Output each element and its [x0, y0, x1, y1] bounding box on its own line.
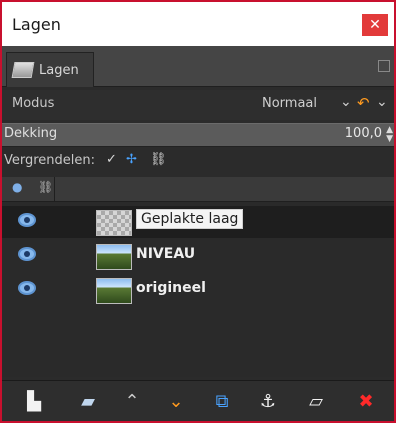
title-bar: Lagen ✕	[2, 2, 394, 46]
layers-toolbar: ▙ ▰ ⌃ ⌄ ⧉ ⚓ ▱ ✖	[2, 380, 394, 421]
layer-name[interactable]: Geplakte laag	[136, 209, 244, 229]
opacity-slider[interactable]: Dekking 100,0 ▲ ▼	[2, 123, 394, 147]
chevron-down-icon[interactable]: ⌄	[340, 94, 352, 110]
anchor-layer-icon[interactable]: ⚓	[254, 389, 282, 415]
eye-icon[interactable]	[18, 281, 36, 295]
tab-layers-label: Lagen	[39, 62, 79, 78]
delete-layer-icon[interactable]: ✖	[352, 389, 380, 415]
lower-layer-icon[interactable]: ⌄	[162, 389, 190, 415]
layers-icon	[11, 62, 35, 78]
mode-label: Modus	[12, 96, 55, 111]
tab-layers[interactable]: Lagen	[6, 52, 94, 87]
new-group-icon[interactable]: ▰	[74, 389, 102, 415]
mode-row: Modus Normaal ⌄ ↶ ⌄	[2, 90, 394, 120]
eye-icon[interactable]	[18, 247, 36, 261]
layer-name[interactable]: origineel	[136, 280, 206, 296]
raise-layer-icon[interactable]: ⌃	[118, 389, 146, 415]
lock-pixels-icon[interactable]: ✓	[106, 152, 117, 167]
layer-row-geplakte-laag[interactable]: Geplakte laag	[2, 206, 394, 238]
chain-header-icon[interactable]: ⛓	[38, 180, 53, 194]
add-mask-icon[interactable]: ▱	[302, 389, 330, 415]
dock-tab-bar: Lagen	[2, 46, 394, 87]
composite-chevron-down-icon[interactable]: ⌄	[376, 94, 388, 110]
layer-row-origineel[interactable]: origineel	[2, 274, 394, 306]
mode-select[interactable]: Normaal	[262, 96, 317, 111]
layer-row-niveau[interactable]: NIVEAU	[2, 240, 394, 272]
layer-thumbnail	[96, 244, 132, 270]
lock-row: Vergrendelen: ✓ ✢ ⛓	[2, 148, 394, 174]
opacity-value[interactable]: 100,0	[345, 126, 382, 141]
visibility-header-icon[interactable]: ●	[12, 180, 22, 194]
layers-dialog: Lagen ✕ Lagen Modus Normaal ⌄ ↶ ⌄ Dekkin…	[0, 0, 396, 423]
duplicate-layer-icon[interactable]: ⧉	[208, 389, 236, 415]
header-divider	[54, 177, 55, 201]
eye-icon[interactable]	[18, 213, 36, 227]
window-title: Lagen	[12, 14, 61, 34]
spin-down-icon[interactable]: ▼	[386, 134, 393, 144]
opacity-spinner[interactable]: ▲ ▼	[386, 126, 393, 144]
reset-mode-icon[interactable]: ↶	[357, 94, 370, 112]
layer-thumbnail	[96, 210, 132, 236]
close-icon[interactable]: ✕	[362, 14, 388, 36]
lock-label: Vergrendelen:	[4, 153, 96, 168]
layer-thumbnail	[96, 278, 132, 304]
lock-alpha-icon[interactable]: ⛓	[150, 152, 167, 167]
opacity-label: Dekking	[4, 126, 58, 141]
lock-position-icon[interactable]: ✢	[126, 152, 137, 167]
new-layer-icon[interactable]: ▙	[20, 389, 48, 415]
dock-menu-icon[interactable]	[378, 60, 390, 72]
layer-name[interactable]: NIVEAU	[136, 246, 195, 262]
layer-list: Geplakte laag NIVEAU origineel	[2, 202, 394, 377]
layer-list-header: ● ⛓	[2, 177, 394, 202]
